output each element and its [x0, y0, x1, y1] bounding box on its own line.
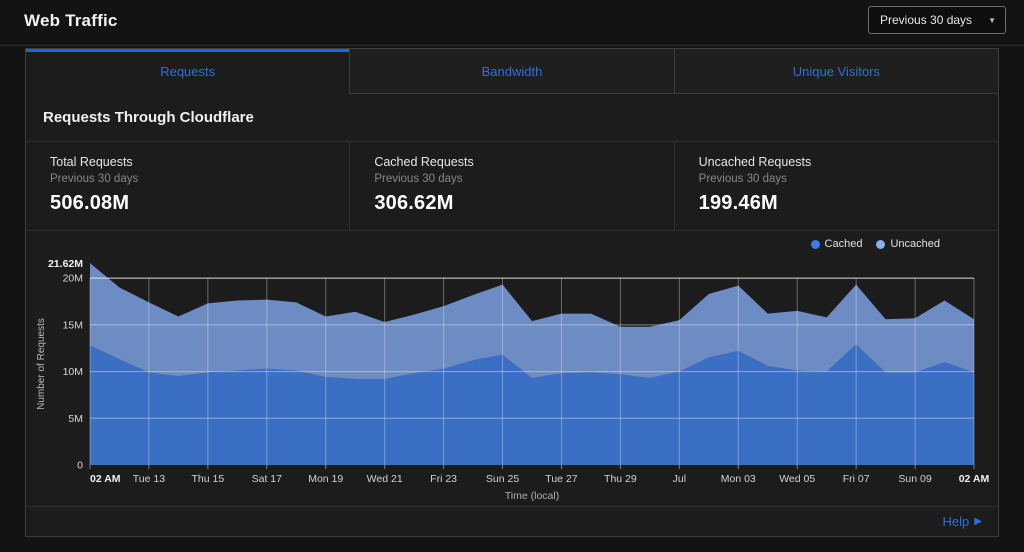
stat-label: Total Requests — [50, 155, 325, 169]
legend-item-cached[interactable]: Cached — [811, 238, 863, 250]
svg-text:Jul: Jul — [673, 473, 686, 485]
svg-text:Mon 19: Mon 19 — [308, 473, 343, 485]
stacked-area-chart[interactable]: 0 5M 10M 15M 20M 21.62M 02 AM Tue 13 Thu 15 Sat 1… — [30, 253, 990, 503]
svg-text:Tue 27: Tue 27 — [545, 473, 577, 485]
svg-text:02 AM: 02 AM — [90, 473, 121, 485]
svg-text:Sun 09: Sun 09 — [898, 473, 931, 485]
svg-text:Fri 23: Fri 23 — [430, 473, 457, 485]
help-link[interactable]: Help ▶ — [943, 514, 982, 529]
chart-legend: Cached Uncached — [811, 238, 940, 250]
stat-label: Cached Requests — [374, 155, 649, 169]
svg-text:15M: 15M — [63, 319, 83, 331]
svg-text:Sat 17: Sat 17 — [252, 473, 283, 485]
legend-item-uncached[interactable]: Uncached — [876, 238, 940, 250]
svg-text:Number of Requests: Number of Requests — [36, 318, 47, 410]
cached-dot-icon — [811, 240, 820, 249]
stat-total-requests: Total Requests Previous 30 days 506.08M — [26, 142, 349, 230]
tab-requests[interactable]: Requests — [26, 49, 349, 94]
stat-value: 199.46M — [699, 192, 974, 215]
svg-text:Wed 05: Wed 05 — [779, 473, 815, 485]
svg-text:Time (local): Time (local) — [505, 490, 559, 502]
stat-sublabel: Previous 30 days — [699, 173, 974, 185]
section-title: Requests Through Cloudflare — [43, 109, 254, 126]
date-range-dropdown[interactable]: Previous 30 days ▼ — [868, 6, 1006, 34]
svg-text:Thu 15: Thu 15 — [192, 473, 225, 485]
section-title-row: Requests Through Cloudflare — [26, 94, 998, 141]
tab-unique-visitors[interactable]: Unique Visitors — [674, 49, 998, 94]
svg-text:Sun 25: Sun 25 — [486, 473, 519, 485]
traffic-panel: Requests Bandwidth Unique Visitors Reque… — [25, 48, 999, 537]
svg-text:10M: 10M — [63, 366, 83, 378]
tab-bandwidth[interactable]: Bandwidth — [349, 49, 673, 94]
tab-bar: Requests Bandwidth Unique Visitors — [26, 49, 998, 94]
requests-chart-section: Cached Uncached 0 5M 10M 15M 20M 21.62M 02 AM T… — [26, 231, 998, 506]
legend-label: Uncached — [890, 238, 940, 250]
panel-footer: Help ▶ — [26, 506, 998, 536]
svg-text:0: 0 — [77, 460, 83, 472]
stat-cached-requests: Cached Requests Previous 30 days 306.62M — [349, 142, 673, 230]
svg-text:Mon 03: Mon 03 — [721, 473, 756, 485]
svg-text:21.62M: 21.62M — [48, 258, 83, 270]
stat-value: 506.08M — [50, 192, 325, 215]
arrow-right-icon: ▶ — [974, 516, 982, 527]
uncached-dot-icon — [876, 240, 885, 249]
legend-label: Cached — [825, 238, 863, 250]
stat-value: 306.62M — [374, 192, 649, 215]
help-label: Help — [943, 514, 970, 529]
stat-uncached-requests: Uncached Requests Previous 30 days 199.4… — [674, 142, 998, 230]
date-range-value: Previous 30 days — [880, 13, 972, 27]
header: Web Traffic Previous 30 days ▼ — [0, 0, 1024, 46]
svg-text:Fri 07: Fri 07 — [843, 473, 870, 485]
stat-label: Uncached Requests — [699, 155, 974, 169]
svg-text:Thu 29: Thu 29 — [604, 473, 637, 485]
stats-row: Total Requests Previous 30 days 506.08M … — [26, 141, 998, 231]
svg-text:5M: 5M — [68, 413, 83, 425]
svg-text:02 AM: 02 AM — [959, 473, 990, 485]
stat-sublabel: Previous 30 days — [374, 173, 649, 185]
svg-text:20M: 20M — [63, 273, 83, 285]
page-title: Web Traffic — [24, 11, 118, 31]
svg-text:Wed 21: Wed 21 — [367, 473, 403, 485]
svg-text:Tue 13: Tue 13 — [133, 473, 165, 485]
web-traffic-dashboard: Web Traffic Previous 30 days ▼ Requests … — [0, 0, 1024, 552]
chevron-down-icon: ▼ — [988, 16, 996, 25]
stat-sublabel: Previous 30 days — [50, 173, 325, 185]
